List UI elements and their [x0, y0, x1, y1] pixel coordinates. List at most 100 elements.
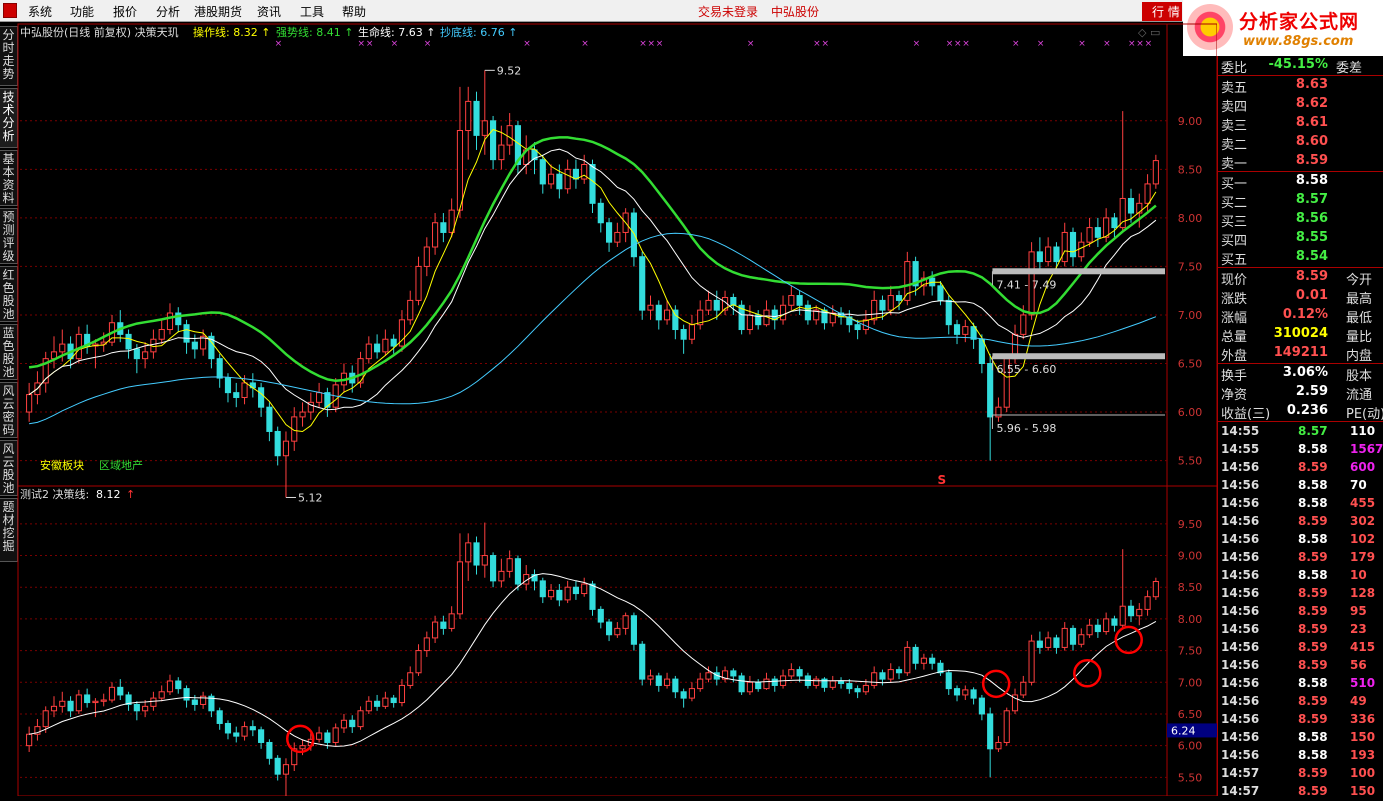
- sell-level-row[interactable]: 卖一 8.59: [1218, 152, 1383, 172]
- menu-system[interactable]: 系统: [28, 3, 52, 20]
- stat-row: 涨跌 0.01 最高: [1218, 287, 1383, 307]
- sell-level-row[interactable]: 卖五 8.63: [1218, 76, 1383, 96]
- lower-candle: [929, 653, 936, 670]
- upper-candle: [92, 339, 99, 369]
- tick-row: 14:56 8.59 415: [1218, 639, 1383, 657]
- upper-candle: [473, 91, 480, 150]
- lower-candle: [788, 663, 795, 680]
- menu-analysis[interactable]: 分析: [156, 3, 180, 20]
- upper-candle: [407, 290, 414, 325]
- upper-candle: [1152, 154, 1159, 189]
- login-status[interactable]: 交易未登录: [698, 3, 758, 20]
- lower-candle: [175, 677, 182, 694]
- lower-candle: [506, 550, 513, 578]
- upper-candle: [340, 363, 348, 393]
- stat-label: 现价: [1221, 273, 1248, 288]
- lower-candle: [945, 669, 952, 695]
- signal-x-marker: ×: [913, 39, 921, 49]
- signal-x-marker: ×: [1103, 39, 1111, 49]
- upper-candle: [506, 113, 513, 155]
- tick-row: 14:56 8.59 56: [1218, 657, 1383, 675]
- tick-volume: 510: [1350, 676, 1376, 690]
- upper-candle: [862, 310, 869, 335]
- menu-quote[interactable]: 报价: [113, 3, 137, 20]
- tick-row: 14:56 8.59 302: [1218, 513, 1383, 531]
- signal-x-marker: ×: [1136, 39, 1144, 49]
- sector-label-anhui[interactable]: 安徽板块: [40, 458, 84, 472]
- tick-time: 14:56: [1221, 694, 1260, 708]
- buy-level-row[interactable]: 买四 8.55: [1218, 229, 1383, 249]
- buy-level-row[interactable]: 买三 8.56: [1218, 210, 1383, 230]
- lower-candle: [962, 685, 969, 701]
- weicha-label: 委差: [1335, 61, 1362, 76]
- sell-level-price: 8.62: [1295, 96, 1328, 111]
- lower-candle: [597, 606, 604, 629]
- upper-candle: [249, 373, 256, 398]
- tick-time: 14:56: [1221, 478, 1260, 492]
- tick-time: 14:55: [1221, 442, 1260, 456]
- upper-candle: [564, 159, 571, 194]
- tick-volume: 302: [1350, 514, 1376, 528]
- menu-news[interactable]: 资讯: [257, 3, 281, 20]
- quote-tab-button[interactable]: 行 情: [1142, 2, 1182, 21]
- lower-candle: [813, 675, 820, 689]
- tick-volume: 100: [1350, 766, 1376, 780]
- lower-candle: [1028, 634, 1035, 686]
- signal-x-marker: ×: [366, 39, 374, 49]
- lower-candle: [572, 580, 579, 600]
- lower-candle: [166, 674, 174, 695]
- tick-time: 14:56: [1221, 676, 1260, 690]
- tick-price: 8.58: [1298, 532, 1328, 546]
- upper-candle: [746, 305, 753, 335]
- stat2-value: 3.06%: [1282, 365, 1328, 380]
- signal-x-marker: ×: [656, 39, 664, 49]
- menu-function[interactable]: 功能: [70, 3, 94, 20]
- signal-x-marker: ×: [1012, 39, 1020, 49]
- upper-candle: [75, 326, 82, 364]
- tick-row: 14:56 8.58 193: [1218, 747, 1383, 765]
- tick-row: 14:56 8.59 128: [1218, 585, 1383, 603]
- upper-candle: [978, 334, 985, 374]
- buy-level-row[interactable]: 买五 8.54: [1218, 248, 1383, 268]
- lower-candle: [249, 720, 256, 737]
- stat-row: 现价 8.59 今开: [1218, 268, 1383, 288]
- tick-time: 14:56: [1221, 730, 1260, 744]
- menu-tools[interactable]: 工具: [300, 3, 324, 20]
- lower-candle: [1127, 599, 1135, 623]
- upper-candle: [614, 222, 621, 248]
- upper-tick-label: 6.50: [1178, 358, 1203, 371]
- tick-price: 8.59: [1298, 514, 1328, 528]
- zone-label-zone1: 7.41 - 7.49: [996, 278, 1056, 291]
- sell-level-row[interactable]: 卖二 8.60: [1218, 133, 1383, 153]
- kline-chart[interactable]: 9.00 8.50 8.00 7.50 7.00 6.50 6.00 5.50 9.50 9.00…: [0, 22, 1217, 796]
- buy-level-row[interactable]: 买一 8.58: [1218, 172, 1383, 192]
- menu-hk-futures[interactable]: 港股期货: [194, 3, 242, 20]
- lower-candle: [1111, 615, 1118, 632]
- upper-candle: [208, 332, 215, 369]
- upper-candle: [771, 305, 778, 330]
- lower-candle: [721, 666, 729, 683]
- upper-candle: [432, 213, 439, 255]
- upper-candle: [639, 251, 646, 320]
- lower-candle: [258, 726, 265, 749]
- panel-options-icon[interactable]: ◇ ▭: [1138, 26, 1160, 39]
- tick-price: 8.59: [1298, 586, 1328, 600]
- sell-level-row[interactable]: 卖四 8.62: [1218, 95, 1383, 115]
- upper-candle: [216, 353, 223, 388]
- sell-level-row[interactable]: 卖三 8.61: [1218, 114, 1383, 134]
- upper-candle: [606, 217, 613, 252]
- upper-candle: [316, 382, 323, 408]
- signal-x-marker: ×: [1078, 39, 1086, 49]
- lower-candle: [1061, 622, 1068, 651]
- signal-x-marker: ×: [962, 39, 970, 49]
- buy-level-row[interactable]: 买二 8.57: [1218, 191, 1383, 211]
- sector-label-regional[interactable]: 区域地产: [99, 458, 143, 472]
- signal-circle: [1114, 625, 1143, 655]
- lower-candle: [953, 685, 961, 702]
- tick-volume: 128: [1350, 586, 1376, 600]
- stat-label: 外盘: [1221, 349, 1248, 364]
- lower-candle: [688, 682, 695, 702]
- menu-help[interactable]: 帮助: [342, 3, 366, 20]
- lower-candle: [316, 726, 323, 743]
- upper-candle: [233, 382, 240, 408]
